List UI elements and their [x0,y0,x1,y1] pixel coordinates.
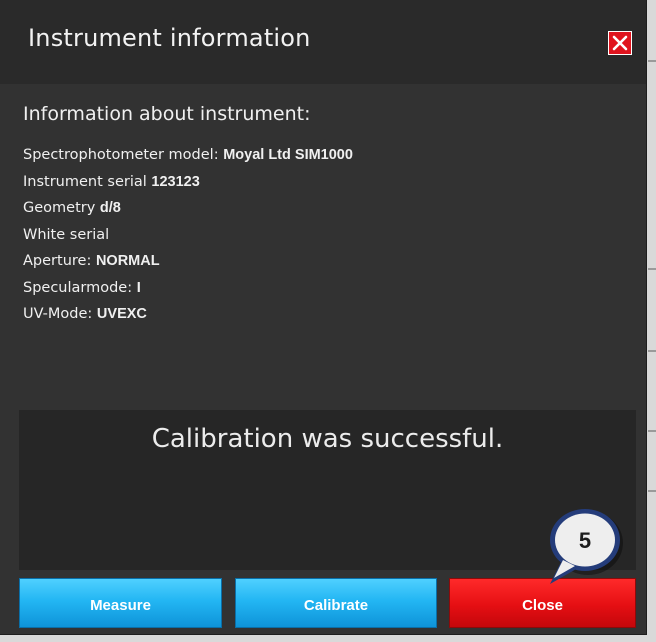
dialog-title: Instrument information [28,24,311,52]
info-row-uv-mode: UV-Mode: UVEXC [23,304,353,331]
background-divider [648,350,656,352]
info-value: UVEXC [96,306,147,322]
info-value: 123123 [151,173,200,190]
info-heading: Information about instrument: [23,103,311,125]
measure-button[interactable]: Measure [19,578,222,628]
status-panel: Calibration was successful. [19,410,636,570]
info-label: Spectrophotometer model: [23,147,224,163]
info-value: I [136,279,141,296]
background-divider [648,430,656,432]
info-value: NORMAL [95,253,160,269]
info-label: Geometry [23,200,100,216]
info-row-serial: Instrument serial 123123 [23,172,353,199]
background-divider [648,268,656,270]
info-label: Specularmode: [23,279,137,296]
info-label: Instrument serial [23,173,152,190]
info-value: Moyal Ltd SIM1000 [223,147,353,163]
info-row-aperture: Aperture: NORMAL [23,251,353,278]
title-bar: Instrument information [0,0,646,84]
info-label: White serial [23,226,110,243]
info-value: d/8 [99,200,121,216]
info-row-white-serial: White serial [23,225,353,252]
info-list: Spectrophotometer model: Moyal Ltd SIM10… [23,145,353,331]
info-label: Aperture: [23,253,96,269]
status-message: Calibration was successful. [151,424,504,454]
step-callout: 5 [548,508,628,586]
calibrate-button[interactable]: Calibrate [235,578,437,628]
instrument-info-dialog: Instrument information Information about… [0,0,647,635]
close-icon[interactable] [608,31,632,55]
info-label: UV-Mode: [23,306,97,322]
background-divider [648,60,656,62]
callout-number: 5 [578,528,592,553]
info-row-specular-mode: Specularmode: I [23,278,353,305]
background-divider [648,490,656,492]
info-row-geometry: Geometry d/8 [23,198,353,225]
info-row-model: Spectrophotometer model: Moyal Ltd SIM10… [23,145,353,172]
